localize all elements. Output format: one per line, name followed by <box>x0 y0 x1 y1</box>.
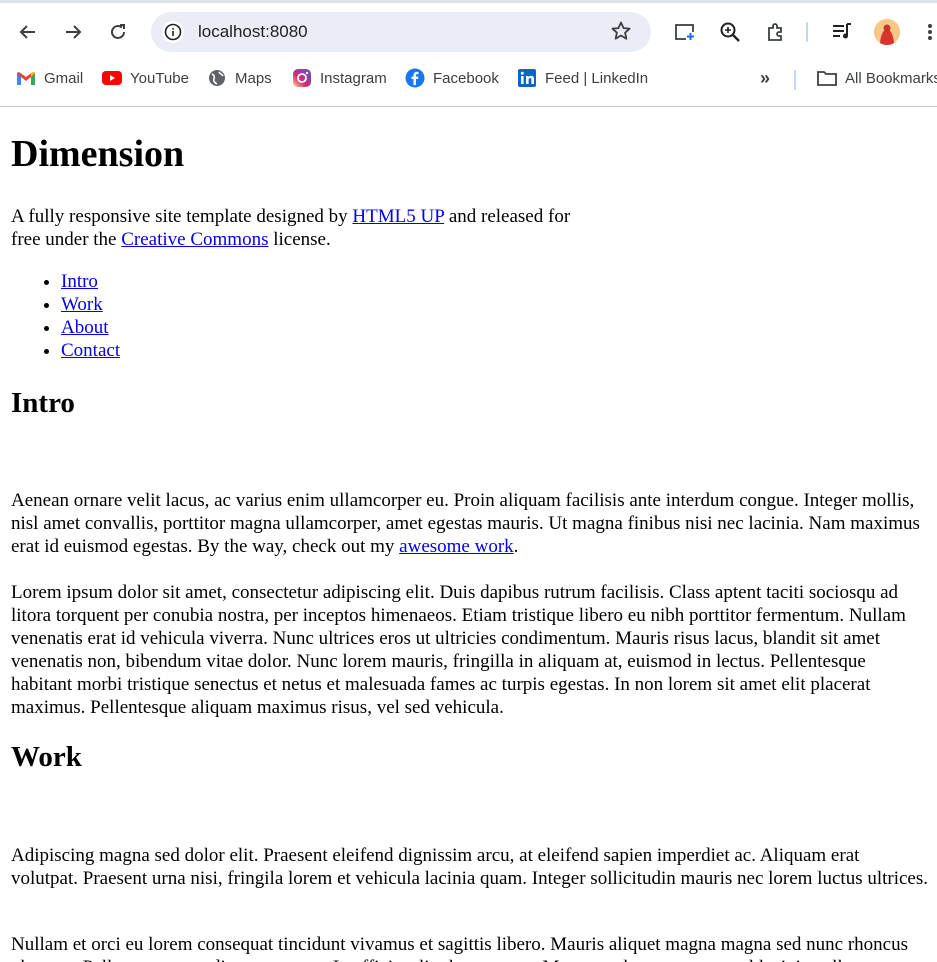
bookmark-facebook[interactable]: Facebook <box>405 68 499 88</box>
profile-avatar[interactable] <box>874 19 900 45</box>
work-paragraph-1: Adipiscing magna sed dolor elit. Praesen… <box>11 845 929 889</box>
intro-paragraph-1: Aenean ornare velit lacus, ac varius eni… <box>11 489 931 558</box>
bookmark-label: Facebook <box>433 69 499 87</box>
reload-icon[interactable] <box>106 20 130 44</box>
toolbar-separator <box>806 22 808 42</box>
menu-icon[interactable] <box>918 20 937 44</box>
bookmark-maps[interactable]: Maps <box>207 68 272 88</box>
instagram-icon <box>292 68 312 88</box>
section-heading-intro: Intro <box>11 387 75 419</box>
facebook-icon <box>405 68 425 88</box>
address-bar[interactable]: localhost:8080 <box>151 12 651 52</box>
intro-paragraph: A fully responsive site template designe… <box>11 205 591 251</box>
page-title: Dimension <box>11 133 185 175</box>
awesome-work-link[interactable]: awesome work <box>399 536 514 557</box>
maps-icon <box>207 68 227 88</box>
back-icon[interactable] <box>16 20 40 44</box>
nav-link-work[interactable]: Work <box>61 294 103 315</box>
nav-item: Intro <box>61 270 120 293</box>
bookmark-label: Instagram <box>320 69 387 87</box>
bookmark-star-icon[interactable] <box>610 20 632 47</box>
bookmark-youtube[interactable]: YouTube <box>102 68 189 88</box>
bookmark-label: YouTube <box>130 69 189 87</box>
nav-item: Contact <box>61 339 120 362</box>
add-to-reading-icon[interactable] <box>673 20 697 44</box>
nav-list: Intro Work About Contact <box>11 270 120 362</box>
work-paragraph-2: Nullam et orci eu lorem consequat tincid… <box>11 934 909 962</box>
nav-item: Work <box>61 293 120 316</box>
nav-link-intro[interactable]: Intro <box>61 271 98 292</box>
browser-chrome: localhost:8080 Gmail YouTube Maps Instag… <box>0 0 937 107</box>
folder-icon <box>817 68 837 88</box>
intro-text: A fully responsive site template designe… <box>11 206 353 227</box>
all-bookmarks-button[interactable]: All Bookmarks <box>817 68 937 88</box>
html5up-link[interactable]: HTML5 UP <box>352 206 444 227</box>
zoom-icon[interactable] <box>718 20 742 44</box>
tab-strip-edge <box>0 0 937 3</box>
bookmark-linkedin[interactable]: Feed | LinkedIn <box>517 68 648 88</box>
intro-text: license. <box>268 229 331 250</box>
nav-link-about[interactable]: About <box>61 317 109 338</box>
gmail-icon <box>16 68 36 88</box>
bookmarks-separator <box>794 70 796 90</box>
nav-item: About <box>61 316 120 339</box>
web-page: Dimension A fully responsive site templa… <box>0 107 937 962</box>
section-heading-work: Work <box>11 741 82 773</box>
bookmark-label: Feed | LinkedIn <box>545 69 649 87</box>
linkedin-icon <box>517 68 537 88</box>
bookmark-label: All Bookmarks <box>845 69 937 87</box>
more-bookmarks-button[interactable]: » <box>760 68 770 89</box>
bookmark-instagram[interactable]: Instagram <box>292 68 387 88</box>
youtube-icon <box>102 68 122 88</box>
nav-link-contact[interactable]: Contact <box>61 340 120 361</box>
creative-commons-link[interactable]: Creative Commons <box>121 229 268 250</box>
bookmark-label: Gmail <box>44 69 84 87</box>
site-info-icon[interactable] <box>162 21 184 43</box>
bookmark-gmail[interactable]: Gmail <box>16 68 83 88</box>
paragraph-text: . <box>513 536 519 557</box>
url-text[interactable]: localhost:8080 <box>198 22 308 42</box>
bookmark-label: Maps <box>235 69 272 87</box>
extensions-icon[interactable] <box>764 20 788 44</box>
chevron-double-icon: » <box>760 68 771 88</box>
intro-paragraph-2: Lorem ipsum dolor sit amet, consectetur … <box>11 582 906 718</box>
forward-icon[interactable] <box>61 20 85 44</box>
media-queue-icon[interactable] <box>830 20 854 44</box>
